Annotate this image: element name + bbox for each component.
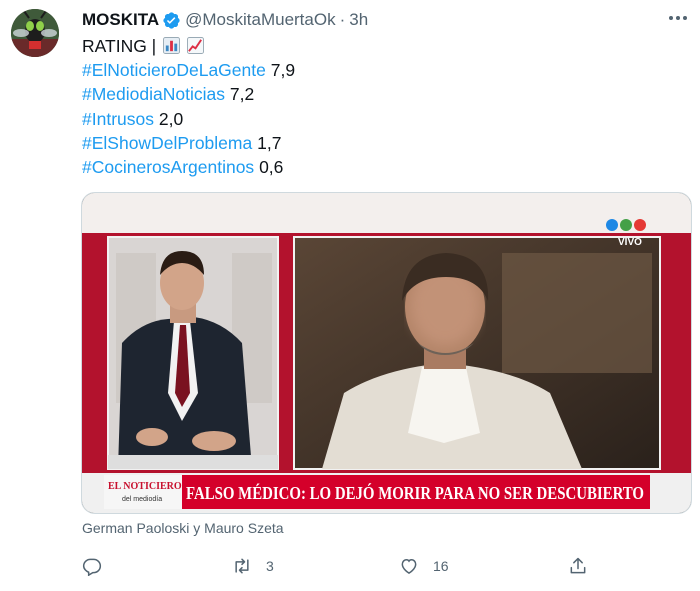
hashtag-link[interactable]: #Intrusos xyxy=(82,109,154,129)
rating-line: #MediodiaNoticias 7,2 xyxy=(82,82,682,106)
live-label: VIVO xyxy=(618,237,642,248)
hashtag-link[interactable]: #ElShowDelProblema xyxy=(82,133,252,153)
rating-value: 1,7 xyxy=(257,132,282,153)
retweet-count: 3 xyxy=(266,558,274,574)
verified-badge-icon xyxy=(163,11,180,29)
tweet: MOSKITA @MoskitaMuertaOk · 3h RATING | #… xyxy=(0,0,700,591)
hashtag-link[interactable]: #CocinerosArgentinos xyxy=(82,157,254,177)
reply-icon xyxy=(82,558,102,576)
rating-line: #ElShowDelProblema 1,7 xyxy=(82,131,682,155)
author-name[interactable]: MOSKITA xyxy=(82,10,159,30)
heart-icon xyxy=(401,558,417,574)
share-button[interactable] xyxy=(568,551,588,581)
share-icon xyxy=(570,557,586,574)
like-button[interactable]: 16 xyxy=(399,551,449,581)
tweet-heading-line: RATING | xyxy=(82,34,682,58)
chart-increasing-emoji-icon xyxy=(186,37,204,54)
program-logo-line1: EL NOTICIERO xyxy=(108,481,182,492)
rating-line: #CocinerosArgentinos 0,6 xyxy=(82,155,682,179)
like-count: 16 xyxy=(433,558,449,574)
retweet-icon xyxy=(235,558,249,574)
rating-value: 2,0 xyxy=(158,108,184,129)
avatar-image xyxy=(11,9,59,57)
rating-value: 0,6 xyxy=(259,157,284,178)
program-logo-line2: del mediodía xyxy=(122,496,162,503)
tweet-actions: 3 16 xyxy=(82,551,602,581)
separator-dot: · xyxy=(339,10,346,29)
tweet-heading: RATING | xyxy=(82,36,157,56)
media-image[interactable]: VIVO EL NOTICIERO del mediodía FALSO MÉD… xyxy=(81,192,692,514)
bar-chart-emoji-icon xyxy=(163,37,181,54)
tweet-timestamp[interactable]: 3h xyxy=(349,10,368,30)
headline-banner: FALSO MÉDICO: LO DEJÓ MORIR PARA NO SER … xyxy=(186,482,644,503)
media-caption: German Paoloski y Mauro Szeta xyxy=(82,520,284,536)
reply-button[interactable] xyxy=(82,551,116,581)
hashtag-link[interactable]: #ElNoticieroDeLaGente xyxy=(82,60,266,80)
rating-value: 7,9 xyxy=(270,60,296,81)
rating-line: #Intrusos 2,0 xyxy=(82,107,682,131)
more-options-icon[interactable] xyxy=(664,6,692,30)
retweet-button[interactable]: 3 xyxy=(232,551,274,581)
avatar[interactable] xyxy=(11,9,59,57)
author-handle[interactable]: @MoskitaMuertaOk xyxy=(185,10,335,30)
rating-line: #ElNoticieroDeLaGente 7,9 xyxy=(82,58,682,82)
tv-screenshot: VIVO EL NOTICIERO del mediodía FALSO MÉD… xyxy=(82,193,691,513)
tweet-header: MOSKITA @MoskitaMuertaOk · 3h xyxy=(82,8,690,32)
tweet-text: RATING | #ElNoticieroDeLaGente 7,9 #Medi… xyxy=(82,34,682,179)
rating-value: 7,2 xyxy=(229,84,255,105)
hashtag-link[interactable]: #MediodiaNoticias xyxy=(82,84,225,104)
